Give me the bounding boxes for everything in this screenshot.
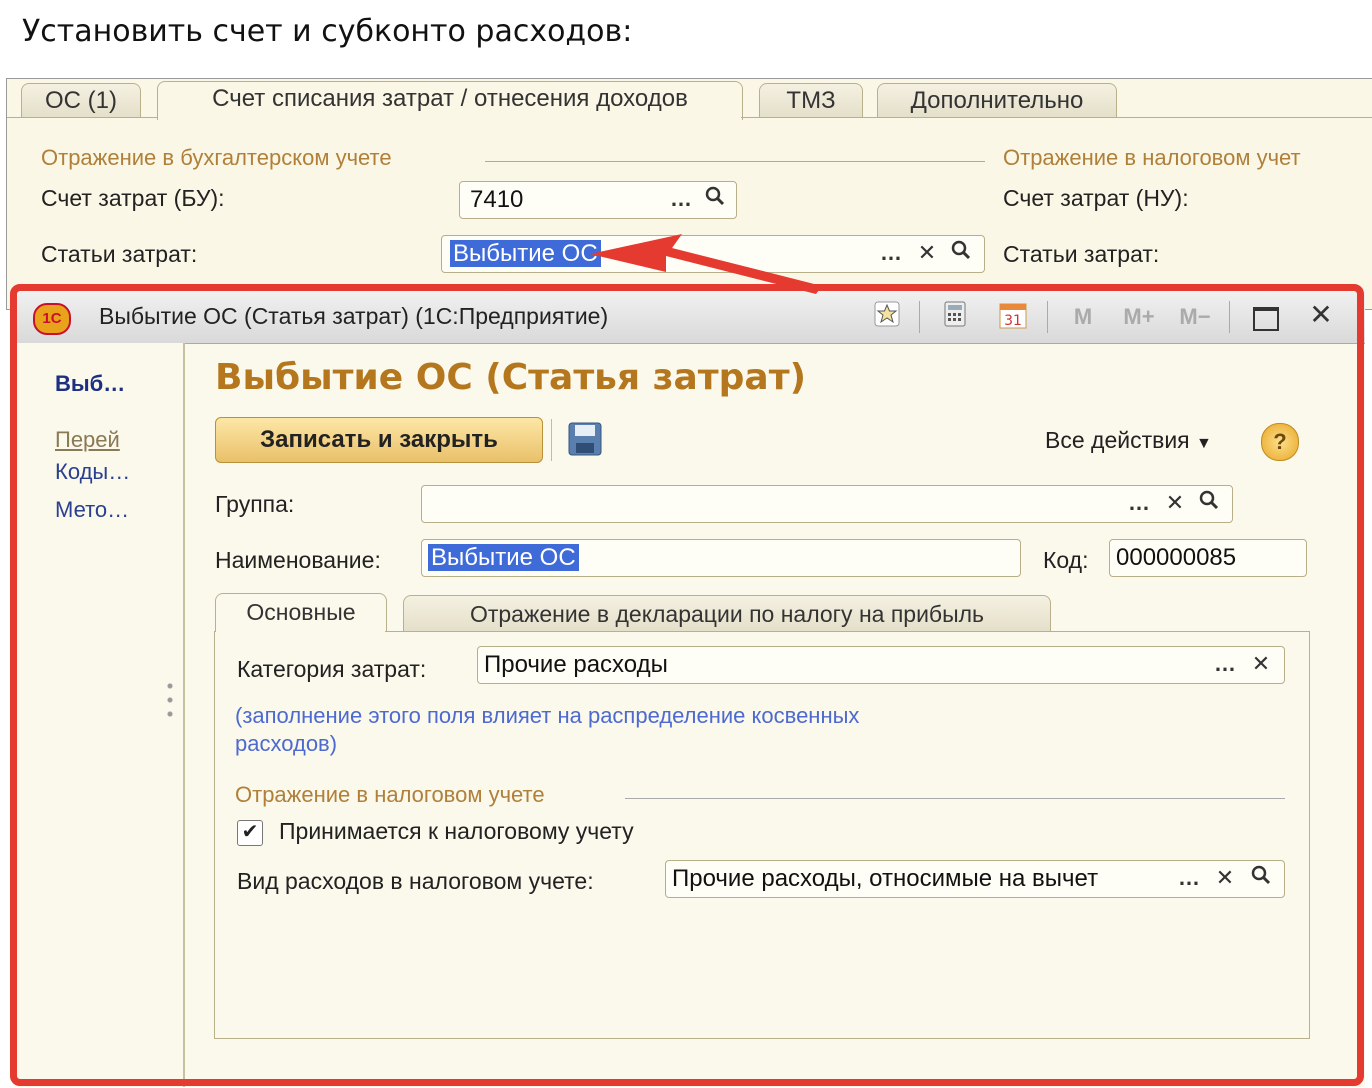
tab-os[interactable]: ОС (1): [21, 83, 141, 118]
pointer-arrow-icon: [590, 234, 822, 294]
cost-items-label: Статьи затрат:: [41, 241, 198, 267]
search-icon[interactable]: [700, 185, 730, 215]
highlight-frame: [10, 284, 1364, 1086]
tab-baseline: [7, 117, 157, 118]
search-icon[interactable]: [946, 239, 976, 269]
group-title-bu: Отражение в бухгалтерском учете: [41, 145, 392, 170]
account-bu-label: Счет затрат (БУ):: [41, 185, 225, 211]
tab-baseline: [741, 117, 1372, 118]
group-divider: [485, 161, 985, 162]
ellipsis-icon[interactable]: …: [876, 239, 906, 269]
instruction-caption: Установить счет и субконто расходов:: [22, 14, 633, 49]
cost-items-nu-label: Статьи затрат:: [1003, 241, 1160, 267]
account-nu-label: Счет затрат (НУ):: [1003, 185, 1189, 211]
account-bu-value: 7410: [470, 186, 524, 213]
account-bu-field[interactable]: 7410 …: [459, 181, 737, 219]
tab-additional[interactable]: Дополнительно: [877, 83, 1117, 118]
tab-cost-account[interactable]: Счет списания затрат / отнесения доходов: [157, 81, 743, 120]
cost-items-value: Выбытие ОС: [444, 236, 601, 272]
clear-icon[interactable]: ✕: [912, 239, 942, 269]
tab-tmz[interactable]: ТМЗ: [759, 83, 863, 118]
group-title-nu: Отражение в налоговом учет: [1003, 145, 1301, 170]
ellipsis-icon[interactable]: …: [666, 185, 696, 215]
